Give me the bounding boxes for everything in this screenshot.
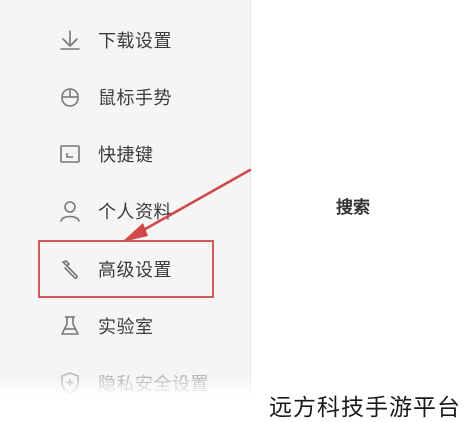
sidebar-item-mouse-gestures[interactable]: 鼠标手势 xyxy=(58,82,172,112)
sidebar-item-download-settings[interactable]: 下载设置 xyxy=(58,25,172,55)
sidebar-item-lab[interactable]: 实验室 xyxy=(58,311,154,341)
sidebar-item-label: 个人资料 xyxy=(98,202,172,223)
sidebar-item-label: 实验室 xyxy=(98,317,154,338)
settings-sidebar: 下载设置 鼠标手势 快捷键 个人资料 高级设置 实验室 xyxy=(0,0,251,421)
mouse-icon xyxy=(58,85,82,109)
sidebar-item-label: 快捷键 xyxy=(98,145,154,166)
sidebar-item-shortcuts[interactable]: 快捷键 xyxy=(58,139,154,169)
watermark-text: 远方科技手游平台 xyxy=(269,395,461,421)
person-icon xyxy=(58,199,82,223)
sidebar-item-label: 鼠标手势 xyxy=(98,88,172,109)
sidebar-item-profile[interactable]: 个人资料 xyxy=(58,196,172,226)
section-title-search: 搜索 xyxy=(336,198,370,218)
download-icon xyxy=(58,28,82,52)
flask-icon xyxy=(58,314,82,338)
highlight-box xyxy=(38,240,214,298)
keyboard-icon xyxy=(58,142,82,166)
sidebar-item-label: 下载设置 xyxy=(98,31,172,52)
